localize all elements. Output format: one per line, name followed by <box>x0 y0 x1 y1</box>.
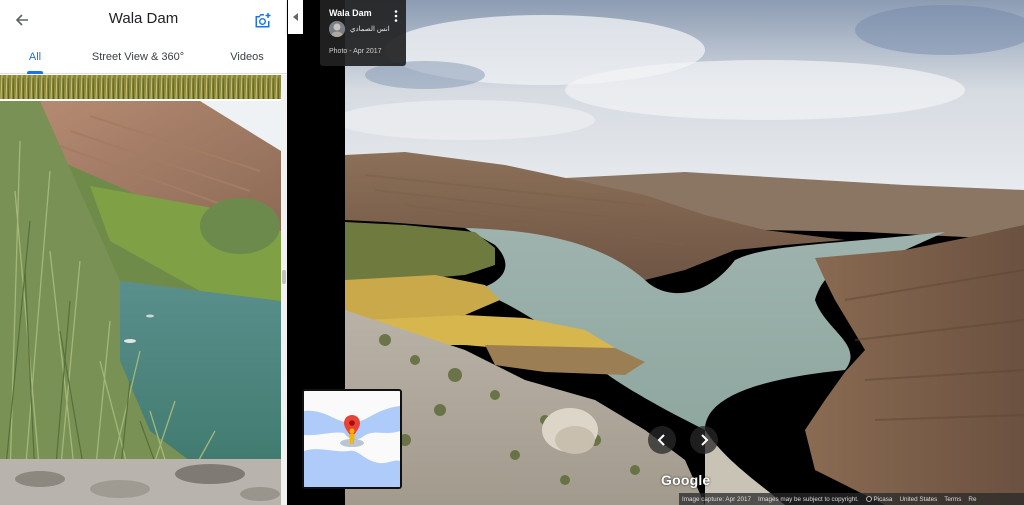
place-name: Wala Dam <box>329 8 372 18</box>
triangle-left-icon <box>292 13 298 21</box>
card-menu-button[interactable] <box>392 9 400 23</box>
previous-photo-button[interactable] <box>648 426 676 454</box>
scrollbar-thumb[interactable] <box>282 270 286 284</box>
panorama-image <box>345 0 1024 505</box>
next-photo-button[interactable] <box>690 426 718 454</box>
chevron-right-icon <box>701 434 709 446</box>
panel-header: Wala Dam <box>0 0 287 40</box>
panorama-viewer[interactable] <box>345 0 1024 505</box>
image-capture-date: Image capture: Apr 2017 <box>682 495 751 503</box>
tab-street-view-360[interactable]: Street View & 360° <box>78 40 198 74</box>
photo-date: Photo - Apr 2017 <box>329 48 382 55</box>
arrow-back-icon <box>15 14 28 26</box>
photo-tabs: All Street View & 360° Videos <box>0 40 287 74</box>
terms-link[interactable]: Terms <box>944 496 961 503</box>
photos-panel: Wala Dam All Street View & 360° Videos <box>0 0 287 505</box>
tab-videos[interactable]: Videos <box>215 40 279 74</box>
minimap[interactable] <box>302 389 402 489</box>
street-view-app: Wala Dam All Street View & 360° Videos W… <box>0 0 1024 505</box>
google-logo: Google <box>661 472 711 488</box>
photo-thumbnail[interactable] <box>0 75 281 99</box>
gallery-scrollbar[interactable] <box>281 75 287 505</box>
photo-gallery <box>0 75 281 505</box>
tab-all[interactable]: All <box>10 40 60 74</box>
photo-thumbnail[interactable] <box>0 459 281 505</box>
picasa-link[interactable]: Picasa <box>865 495 893 503</box>
author-name[interactable]: انس الصمادي <box>350 25 390 33</box>
report-link[interactable]: Re <box>968 496 976 503</box>
attribution-footer: Image capture: Apr 2017 Images may be su… <box>679 493 1024 505</box>
page-title: Wala Dam <box>108 10 179 27</box>
chevron-left-icon <box>657 434 665 446</box>
country-link[interactable]: United States <box>899 496 937 503</box>
avatar[interactable] <box>329 21 345 37</box>
photo-info-card: Wala Dam انس الصمادي Photo - Apr 2017 <box>320 0 406 66</box>
back-button[interactable] <box>8 6 36 34</box>
copyright-notice: Images may be subject to copyright. <box>757 495 859 503</box>
picasa-label: Picasa <box>873 495 893 503</box>
more-vert-icon <box>394 10 398 22</box>
add-photo-camera-icon <box>255 13 271 28</box>
active-tab-indicator <box>27 71 43 74</box>
photo-thumbnail-selected[interactable] <box>0 101 281 481</box>
picasa-icon <box>865 495 872 502</box>
collapse-panel-button[interactable] <box>288 0 303 34</box>
add-photo-button[interactable] <box>249 6 277 34</box>
